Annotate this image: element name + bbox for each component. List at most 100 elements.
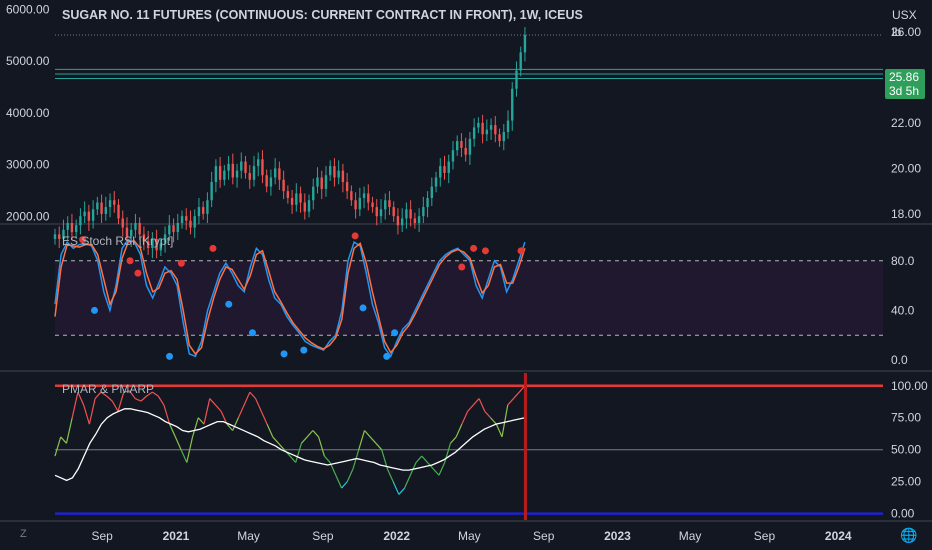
candle-body: [248, 172, 251, 180]
candle-body: [210, 182, 213, 201]
candle-body: [189, 220, 192, 228]
pmarp-segment: [191, 417, 199, 438]
pmarp-segment: [157, 395, 165, 406]
candle-body: [430, 186, 434, 198]
pmarp-segment: [232, 417, 239, 431]
time-axis-tick-label: Sep: [533, 529, 555, 543]
pmarp-segment: [54, 436, 62, 457]
left-axis-tick-label: 6000.00: [6, 2, 50, 16]
stoch-axis-tick-label: 40.0: [891, 303, 915, 317]
pmarp-segment: [341, 481, 348, 489]
pmarp-segment: [449, 436, 457, 444]
pmarp-segment: [197, 417, 205, 425]
candle-body: [485, 129, 489, 135]
candle-body: [117, 204, 120, 219]
pmarp-segment: [255, 398, 262, 412]
candle-body: [91, 209, 95, 221]
pmarp-segment: [243, 391, 251, 406]
pmarp-segment: [398, 487, 406, 495]
candle-body: [299, 193, 302, 203]
candle-body: [434, 177, 438, 187]
candle-body: [354, 200, 357, 210]
candle-body: [502, 131, 505, 142]
stoch-axis-tick-label: 0.0: [891, 353, 908, 367]
candle-body: [79, 216, 82, 226]
candle-body: [464, 147, 467, 155]
pmarp-segment: [289, 455, 297, 463]
candle-body: [388, 200, 391, 208]
buy-signal-dot: [225, 300, 233, 308]
buy-signal-dot: [300, 346, 308, 354]
candle-body: [367, 193, 370, 203]
pmarp-extreme-bar: [523, 373, 527, 520]
left-axis-tick-label: 4000.00: [6, 106, 50, 120]
candle-body: [278, 168, 281, 180]
pmarp-segment: [71, 392, 79, 418]
unit-label: lb: [892, 25, 902, 39]
pmar-ma-line: [54, 408, 526, 482]
candle-body: [333, 166, 336, 178]
candle-body: [180, 216, 184, 223]
candle-body: [74, 225, 78, 233]
time-axis-tick-label: 2022: [383, 529, 410, 543]
candle-body: [172, 225, 175, 233]
time-axis-tick-label: Sep: [754, 529, 776, 543]
candle-body: [405, 209, 408, 219]
candle-body: [176, 223, 179, 233]
time-axis-tick-label: May: [679, 529, 702, 543]
candle-body: [58, 234, 61, 239]
candle-body: [515, 70, 518, 89]
candle-body: [443, 166, 446, 173]
pmarp-segment: [312, 430, 320, 438]
pmarp-segment: [335, 475, 343, 489]
candle-body: [519, 52, 522, 71]
pmar-axis-tick-label: 50.00: [891, 443, 921, 457]
candle-body: [87, 211, 91, 221]
candle-body: [400, 218, 404, 226]
candle-body: [257, 159, 260, 167]
pmarp-segment: [249, 391, 257, 399]
candle-body: [392, 207, 395, 217]
pmarp-segment: [484, 410, 492, 419]
buy-signal-dot: [391, 329, 399, 337]
candle-body: [201, 207, 205, 214]
pmar-pane-title: PMAR & PMARP: [62, 382, 155, 396]
timezone-z-button[interactable]: Z: [20, 528, 27, 540]
pmarp-segment: [455, 423, 463, 438]
time-axis-tick-label: 2021: [163, 529, 190, 543]
time-axis-tick-label: 2023: [604, 529, 631, 543]
pmarp-segment: [364, 430, 371, 438]
pmarp-segment: [140, 395, 148, 402]
pmarp-segment: [507, 398, 514, 406]
sell-signal-dot: [517, 247, 525, 255]
sell-signal-dot: [134, 269, 142, 277]
globe-icon[interactable]: 🌐: [900, 527, 917, 544]
price-axis-tick-label: 18.00: [891, 207, 921, 221]
time-axis-tick-label: 2024: [825, 529, 852, 543]
pmarp-segment: [306, 430, 314, 438]
candle-body: [324, 175, 328, 189]
time-axis-tick-label: May: [458, 529, 481, 543]
candle-body: [481, 122, 484, 135]
candle-body: [447, 161, 450, 173]
candle-body: [477, 122, 480, 128]
pmarp-segment: [495, 423, 503, 438]
candle-body: [168, 225, 171, 235]
countdown-label: 3d 5h: [889, 84, 920, 98]
sell-signal-dot: [470, 244, 478, 252]
pmarp-segment: [513, 391, 520, 399]
candle-body: [273, 168, 277, 178]
pmarp-segment: [215, 404, 222, 412]
candle-body: [523, 35, 527, 53]
candle-body: [362, 193, 366, 198]
time-axis-tick-label: May: [237, 529, 260, 543]
sell-signal-dot: [481, 247, 489, 255]
price-axis-tick-label: 20.00: [891, 161, 921, 175]
candle-body: [320, 177, 323, 189]
left-axis-tick-label: 5000.00: [6, 54, 50, 68]
pmar-axis-tick-label: 25.00: [891, 475, 921, 489]
currency-label: USX: [892, 8, 917, 22]
candle-body: [223, 170, 226, 180]
candle-body: [240, 161, 243, 171]
pmarp-segment: [295, 443, 303, 463]
